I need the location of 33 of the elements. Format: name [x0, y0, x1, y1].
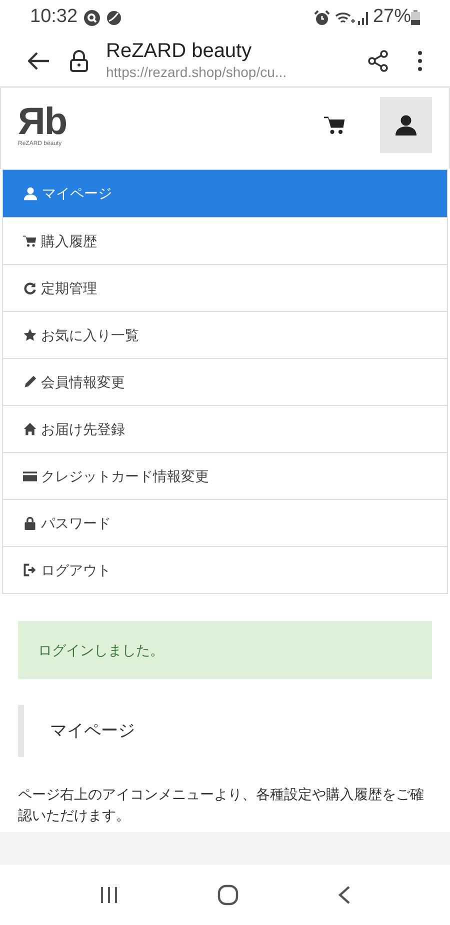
app-icon — [106, 10, 122, 26]
alarm-icon — [314, 10, 330, 26]
cart-icon — [23, 234, 37, 248]
page-title: ReZARD beauty — [106, 39, 253, 64]
user-icon — [394, 112, 418, 136]
menu-item[interactable]: マイページ — [3, 170, 447, 217]
recent-apps-icon[interactable] — [99, 885, 119, 905]
signal-icon — [358, 10, 370, 24]
back-arrow-icon[interactable] — [28, 52, 50, 70]
battery-icon — [411, 10, 420, 25]
search-icon — [84, 10, 100, 26]
user-icon — [23, 186, 38, 201]
lock-icon — [70, 50, 88, 72]
account-button[interactable] — [380, 96, 432, 152]
logo[interactable]: Яb — [18, 102, 67, 140]
success-alert: ログインしました。 — [18, 621, 432, 679]
star-icon — [23, 328, 37, 342]
description-text: ページ右上のアイコンメニューより、各種設定や購入履歴をご確認いただけます。 — [18, 785, 424, 825]
page-heading: マイページ — [50, 720, 135, 742]
more-options-icon[interactable] — [418, 50, 422, 70]
back-icon[interactable] — [337, 885, 351, 905]
refresh-icon — [23, 281, 37, 295]
share-icon[interactable] — [368, 50, 388, 72]
wifi-icon — [334, 10, 355, 26]
battery-percent: 27% — [372, 5, 411, 30]
lock-icon — [23, 516, 37, 530]
home-icon[interactable] — [217, 884, 239, 906]
credit-card-icon — [23, 469, 37, 483]
page-url: https://rezard.shop/shop/cu... — [106, 64, 287, 82]
logout-icon — [23, 563, 37, 577]
pencil-icon — [23, 375, 37, 389]
status-time: 10:32 — [30, 5, 78, 30]
home-icon — [23, 422, 37, 436]
